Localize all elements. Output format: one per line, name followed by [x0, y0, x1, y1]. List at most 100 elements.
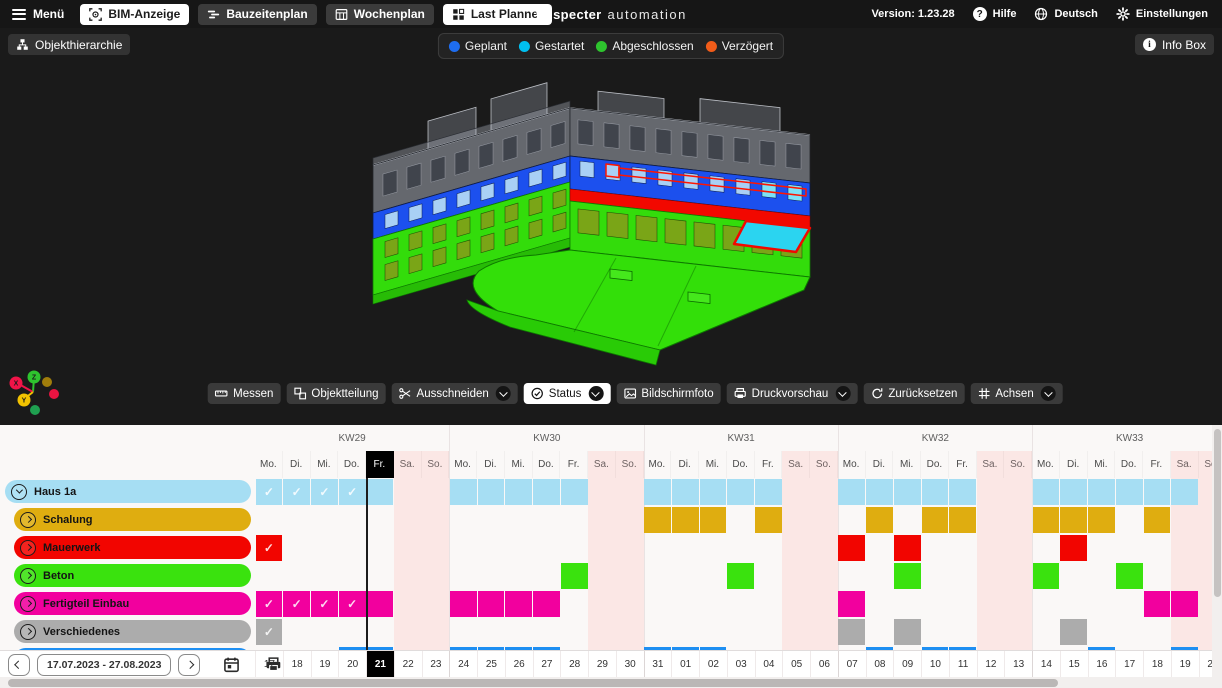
help-button[interactable]: ? Hilfe: [973, 7, 1017, 21]
gantt-row-pill-haus-1a[interactable]: Haus 1a: [5, 480, 251, 503]
gantt-cell[interactable]: [1144, 479, 1171, 505]
gantt-cell[interactable]: [949, 479, 976, 505]
gantt-cell[interactable]: [561, 479, 588, 505]
gantt-cell[interactable]: [755, 507, 782, 533]
gantt-cell[interactable]: [755, 479, 782, 505]
chevron-down-icon[interactable]: [835, 386, 850, 401]
gantt-cell[interactable]: [672, 479, 699, 505]
gantt-row-pill-fertigteil-einbau[interactable]: Fertigteil Einbau: [14, 592, 251, 615]
gantt-cell[interactable]: [450, 591, 477, 617]
gantt-cell[interactable]: [505, 591, 532, 617]
gantt-cell[interactable]: [478, 591, 505, 617]
gantt-cell[interactable]: [894, 535, 921, 561]
tab-bauzeitenplan[interactable]: Bauzeitenplan: [198, 4, 316, 25]
chevron-right-icon[interactable]: [20, 540, 36, 556]
gantt-row-pill-beton[interactable]: Beton: [14, 564, 251, 587]
gantt-cell[interactable]: [1033, 507, 1060, 533]
gantt-cell[interactable]: [1060, 535, 1087, 561]
axis-gizmo[interactable]: Z X Y: [4, 368, 66, 420]
chevron-down-icon[interactable]: [588, 386, 603, 401]
gantt-cell[interactable]: [1088, 479, 1115, 505]
date-range-field[interactable]: 17.07.2023 - 27.08.2023: [37, 654, 171, 676]
gantt-cell[interactable]: [727, 479, 754, 505]
language-button[interactable]: Deutsch: [1034, 7, 1097, 21]
gantt-cell[interactable]: ✓: [283, 591, 310, 617]
gantt-cell[interactable]: [533, 591, 560, 617]
chevron-right-icon[interactable]: [20, 568, 36, 584]
gantt-cell[interactable]: [1060, 479, 1087, 505]
gantt-cell[interactable]: [1033, 479, 1060, 505]
gantt-cell[interactable]: [838, 535, 865, 561]
tool-bildschirmfoto[interactable]: Bildschirmfoto: [616, 383, 720, 404]
chevron-right-icon[interactable]: [20, 596, 36, 612]
gantt-cell[interactable]: [505, 479, 532, 505]
gantt-row-pill-verschiedenes[interactable]: Verschiedenes: [14, 620, 251, 643]
gantt-row-pill-mauerwerk[interactable]: Mauerwerk: [14, 536, 251, 559]
gantt-cell[interactable]: ✓: [256, 619, 283, 645]
next-range-button[interactable]: [178, 654, 200, 676]
horizontal-scrollbar-thumb[interactable]: [8, 679, 1058, 687]
settings-button[interactable]: Einstellungen: [1116, 7, 1208, 21]
gantt-cell[interactable]: ✓: [311, 591, 338, 617]
bim-3d-model[interactable]: [358, 78, 838, 383]
gantt-cell[interactable]: [1060, 619, 1087, 645]
gantt-cell[interactable]: [922, 479, 949, 505]
tool-druckvorschau[interactable]: Druckvorschau: [727, 383, 858, 404]
gantt-cell[interactable]: [1171, 591, 1198, 617]
gantt-cell[interactable]: [1088, 507, 1115, 533]
tab-wochenplan[interactable]: Wochenplan: [326, 4, 434, 25]
gantt-cell[interactable]: [949, 507, 976, 533]
gantt-cell[interactable]: [1033, 563, 1060, 589]
chevron-right-icon[interactable]: [20, 624, 36, 640]
tool-status[interactable]: Status: [524, 383, 611, 404]
tool-messen[interactable]: Messen: [208, 383, 280, 404]
gantt-cell[interactable]: [1144, 507, 1171, 533]
gantt-cell[interactable]: [478, 479, 505, 505]
gantt-cell[interactable]: [700, 479, 727, 505]
gantt-cell[interactable]: [838, 619, 865, 645]
chevron-down-icon[interactable]: [1041, 386, 1056, 401]
prev-range-button[interactable]: [8, 654, 30, 676]
gantt-cell[interactable]: [1171, 479, 1198, 505]
gantt-cell[interactable]: [838, 479, 865, 505]
menu-button[interactable]: Menü: [12, 7, 64, 21]
calendar-icon[interactable]: [223, 656, 240, 673]
gantt-cell[interactable]: ✓: [283, 479, 310, 505]
gantt-cell[interactable]: [367, 591, 394, 617]
tab-bim-anzeige[interactable]: BIM-Anzeige: [80, 4, 189, 25]
gantt-cell[interactable]: ✓: [256, 479, 283, 505]
gantt-cell[interactable]: [894, 619, 921, 645]
gantt-cell[interactable]: [1060, 507, 1087, 533]
gantt-cell[interactable]: [1116, 563, 1143, 589]
gantt-cell[interactable]: [367, 479, 394, 505]
gantt-cell[interactable]: [561, 563, 588, 589]
gantt-cell[interactable]: ✓: [256, 535, 283, 561]
gantt-cell[interactable]: [727, 563, 754, 589]
vertical-scrollbar-thumb[interactable]: [1214, 429, 1221, 597]
tool-objektteilung[interactable]: Objektteilung: [286, 383, 385, 404]
gantt-cell[interactable]: [894, 479, 921, 505]
gantt-cell[interactable]: [450, 479, 477, 505]
gantt-cell[interactable]: [533, 479, 560, 505]
tool-zur-cksetzen[interactable]: Zurücksetzen: [863, 383, 964, 404]
chevron-down-icon[interactable]: [11, 484, 27, 500]
gantt-cell[interactable]: [644, 507, 671, 533]
gantt-cell[interactable]: ✓: [339, 479, 366, 505]
gantt-cell[interactable]: [866, 479, 893, 505]
bim-viewport[interactable]: Objekthierarchie GeplantGestartetAbgesch…: [0, 28, 1222, 425]
gantt-cell[interactable]: [894, 563, 921, 589]
gantt-cell[interactable]: [866, 507, 893, 533]
object-hierarchy-button[interactable]: Objekthierarchie: [8, 34, 130, 55]
gantt-cell[interactable]: [1144, 591, 1171, 617]
gantt-cell[interactable]: [700, 507, 727, 533]
tool-ausschneiden[interactable]: Ausschneiden: [392, 383, 518, 404]
chevron-down-icon[interactable]: [496, 386, 511, 401]
info-box-button[interactable]: i Info Box: [1135, 34, 1214, 55]
gantt-cell[interactable]: ✓: [339, 591, 366, 617]
gantt-cell[interactable]: [1116, 479, 1143, 505]
gantt-cell[interactable]: [838, 591, 865, 617]
gantt-cell[interactable]: [644, 479, 671, 505]
gantt-cell[interactable]: ✓: [311, 479, 338, 505]
gantt-cell[interactable]: ✓: [256, 591, 283, 617]
tool-achsen[interactable]: Achsen: [970, 383, 1062, 404]
